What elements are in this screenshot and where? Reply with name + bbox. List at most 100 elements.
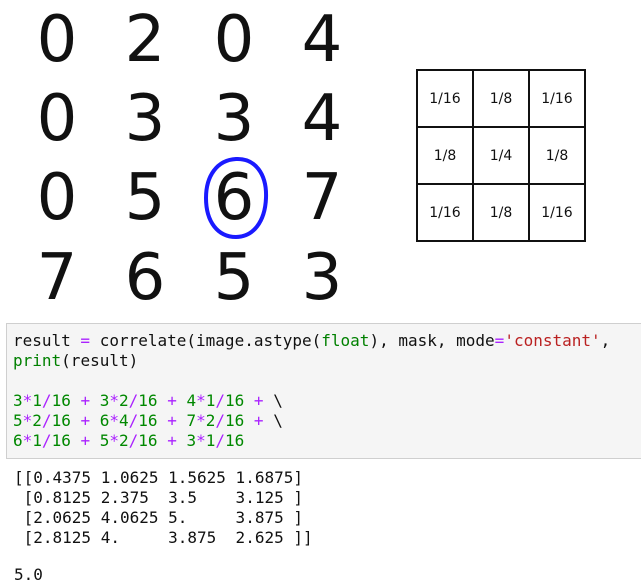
code-token: / — [128, 431, 139, 450]
expr-line: 3*1/16 + 3*2/16 + 4*1/16 + \ — [13, 391, 283, 410]
code-token: , — [600, 331, 611, 350]
kernel-cell: 1/16 — [528, 69, 586, 128]
code-token: 2 — [119, 391, 129, 410]
grid-cell: 3 — [124, 82, 166, 156]
kernel-cell: 1/8 — [528, 126, 586, 185]
grid-cell: 6 — [124, 241, 166, 315]
code-token: * — [109, 431, 120, 450]
code-token: 16 — [225, 411, 245, 430]
code-token: * — [196, 391, 206, 410]
output-array: [[0.4375 1.0625 1.5625 1.6875] [0.8125 2… — [14, 468, 313, 548]
code-token: = — [70, 331, 100, 350]
code-token: 2 — [32, 411, 42, 430]
code-token: * — [109, 411, 120, 430]
code-token: / — [41, 431, 52, 450]
code-token: / — [215, 431, 226, 450]
code-token: + — [244, 391, 274, 410]
grid-cell: 5 — [213, 241, 255, 315]
code-token: 2 — [119, 431, 129, 450]
highlight-circle — [203, 156, 269, 240]
output-line: [[0.4375 1.0625 1.5625 1.6875] — [14, 468, 303, 487]
code-token: 5 — [99, 431, 110, 450]
kernel-cell: 1/8 — [416, 126, 474, 185]
code-token: / — [128, 391, 139, 410]
code-token: + — [157, 411, 187, 430]
output-value: 5.0 — [14, 565, 43, 584]
code-token: 1 — [32, 431, 42, 450]
grid-cell: 0 — [36, 161, 78, 235]
code-token: * — [196, 431, 206, 450]
kernel-cell: 1/8 — [472, 69, 530, 128]
grid-cell: 4 — [301, 82, 343, 156]
grid-cell: 7 — [301, 161, 343, 235]
expr-line: 6*1/16 + 5*2/16 + 3*1/16 — [13, 431, 244, 450]
code-token: 16 — [51, 431, 71, 450]
code-token: + — [70, 391, 100, 410]
output-scalar: 5.0 — [14, 565, 43, 585]
code-token: 16 — [138, 391, 158, 410]
grid-cell: 0 — [36, 82, 78, 156]
code-token: result — [13, 331, 71, 350]
code-token: 16 — [51, 391, 71, 410]
code-token: + — [157, 431, 187, 450]
code-token: + — [70, 431, 100, 450]
code-token: 5 — [13, 411, 23, 430]
kernel-cell: 1/8 — [472, 183, 530, 242]
image-number-grid: 0 2 0 4 0 3 3 4 0 5 6 7 7 6 5 3 — [22, 0, 367, 318]
code-token: + — [70, 411, 100, 430]
code-token: 3 — [13, 391, 23, 410]
code-token: 16 — [51, 411, 71, 430]
code-token: \ — [273, 411, 283, 430]
code-token: * — [109, 391, 120, 410]
code-token: * — [22, 431, 33, 450]
output-line: [2.8125 4. 3.875 2.625 ]] — [14, 528, 313, 547]
code-token: print — [13, 351, 62, 370]
code-token: 6 — [13, 431, 23, 450]
code-input-cell[interactable]: result = correlate(image.astype(float), … — [6, 323, 641, 459]
output-line: [2.0625 4.0625 5. 3.875 ] — [14, 508, 303, 527]
grid-cell: 7 — [36, 241, 78, 315]
code-token: ), mask, mode — [369, 331, 495, 350]
code-token: 3 — [99, 391, 110, 410]
code-token: / — [215, 411, 226, 430]
grid-cell: 0 — [213, 3, 255, 77]
code-token: 16 — [225, 391, 245, 410]
code-text[interactable]: result = correlate(image.astype(float), … — [13, 331, 610, 451]
grid-cell: 3 — [301, 241, 343, 315]
code-token: correlate(image.astype( — [99, 331, 322, 350]
code-token: * — [196, 411, 206, 430]
code-token: / — [41, 411, 52, 430]
code-token: 1 — [205, 431, 216, 450]
code-token: 1 — [205, 391, 216, 410]
code-token: \ — [273, 391, 283, 410]
grid-cell: 2 — [124, 3, 166, 77]
kernel-cell: 1/16 — [416, 69, 474, 128]
code-token: 'constant' — [504, 331, 601, 350]
kernel-cell: 1/16 — [416, 183, 474, 242]
code-token: * — [22, 391, 33, 410]
code-token: + — [244, 411, 274, 430]
code-token: = — [494, 331, 505, 350]
grid-cell: 0 — [36, 3, 78, 77]
code-token: * — [22, 411, 33, 430]
code-token: 3 — [186, 431, 197, 450]
code-token: 16 — [138, 431, 158, 450]
grid-cell: 3 — [213, 82, 255, 156]
code-token: 1 — [32, 391, 42, 410]
code-token: float — [321, 331, 370, 350]
kernel-cell: 1/4 — [472, 126, 530, 185]
code-token: 7 — [186, 411, 197, 430]
code-token: + — [157, 391, 187, 410]
kernel-mask-table: 1/16 1/8 1/16 1/8 1/4 1/8 1/16 1/8 1/16 — [416, 69, 586, 242]
code-token: / — [215, 391, 226, 410]
kernel-cell: 1/16 — [528, 183, 586, 242]
code-token: 4 — [186, 391, 197, 410]
output-line: [0.8125 2.375 3.5 3.125 ] — [14, 488, 303, 507]
code-token: 4 — [119, 411, 129, 430]
grid-cell: 5 — [124, 161, 166, 235]
code-token: 16 — [225, 431, 245, 450]
code-token: 6 — [99, 411, 110, 430]
code-token: / — [41, 391, 52, 410]
grid-cell: 4 — [301, 3, 343, 77]
code-token: 2 — [205, 411, 216, 430]
